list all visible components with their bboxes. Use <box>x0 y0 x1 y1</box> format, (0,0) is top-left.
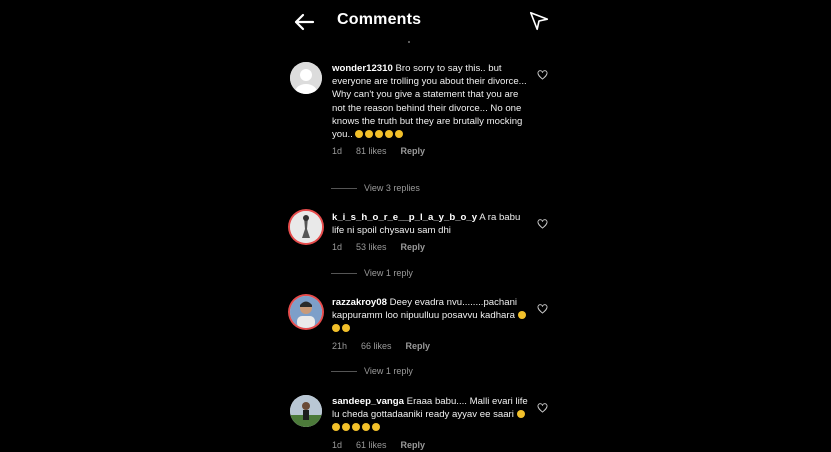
avatar[interactable] <box>290 211 322 243</box>
avatar[interactable] <box>290 62 322 94</box>
comments-screen: Comments wonder12310 Bro sorry to say th… <box>0 0 831 450</box>
avatar[interactable] <box>290 296 322 328</box>
heart-icon[interactable] <box>537 70 548 80</box>
comment-meta: 21h 66 likes Reply <box>332 340 532 353</box>
view-replies-label: View 1 reply <box>364 268 413 278</box>
comment-likes[interactable]: 53 likes <box>356 241 387 254</box>
laughing-emoji-icon <box>342 324 350 333</box>
laughing-emoji-icon <box>362 423 370 432</box>
view-replies-button[interactable]: View 1 reply <box>331 268 413 278</box>
comment-meta: 1d 81 likes Reply <box>332 145 532 158</box>
comment-body: razzakroy08 Deey evadra nvu........pacha… <box>332 296 532 353</box>
comment-username[interactable]: wonder12310 <box>332 63 393 74</box>
sad-face-emoji-icon <box>385 130 394 139</box>
laughing-emoji-icon <box>372 423 380 432</box>
sad-face-emoji-icon <box>355 130 364 139</box>
comment-body: wonder12310 Bro sorry to say this.. but … <box>332 62 532 158</box>
comment-body: k_i_s_h_o_r_e__p_l_a_y_b_o_y A ra babu l… <box>332 211 532 255</box>
view-replies-button[interactable]: View 1 reply <box>331 366 413 376</box>
comment-username[interactable]: sandeep_vanga <box>332 396 404 407</box>
reply-button[interactable]: Reply <box>406 340 431 353</box>
page-title: Comments <box>337 11 422 28</box>
arrow-left-icon[interactable] <box>292 10 316 34</box>
comment-likes[interactable]: 66 likes <box>361 340 392 353</box>
heart-icon[interactable] <box>537 304 548 314</box>
replies-divider <box>331 370 357 372</box>
laughing-emoji-icon <box>342 423 350 432</box>
sad-face-emoji-icon <box>365 130 374 139</box>
laughing-emoji-icon <box>332 324 340 333</box>
profile-photo <box>290 395 322 427</box>
comment-likes[interactable]: 81 likes <box>356 145 387 158</box>
comment-body: sandeep_vanga Eraaa babu.... Malli evari… <box>332 395 532 452</box>
reply-button[interactable]: Reply <box>401 241 426 254</box>
laughing-emoji-icon <box>517 311 526 320</box>
default-avatar-icon <box>290 62 322 94</box>
emoji-row <box>355 129 405 140</box>
profile-photo <box>290 296 322 328</box>
send-icon[interactable] <box>528 10 550 32</box>
comment-time: 21h <box>332 340 348 351</box>
comment-time: 1d <box>332 146 343 157</box>
view-replies-label: View 1 reply <box>364 366 413 376</box>
view-replies-button[interactable]: View 3 replies <box>331 183 420 193</box>
heart-icon[interactable] <box>537 403 548 413</box>
divider-dot <box>408 41 410 43</box>
avatar[interactable] <box>290 395 322 427</box>
reply-button[interactable]: Reply <box>401 145 426 158</box>
heart-icon[interactable] <box>537 219 548 229</box>
replies-divider <box>331 187 357 189</box>
sad-face-emoji-icon <box>375 130 384 139</box>
comment-meta: 1d 53 likes Reply <box>332 241 532 254</box>
comment-time: 1d <box>332 242 343 253</box>
replies-divider <box>331 272 357 274</box>
comment-username[interactable]: k_i_s_h_o_r_e__p_l_a_y_b_o_y <box>332 212 477 223</box>
view-replies-label: View 3 replies <box>364 183 420 193</box>
laughing-emoji-icon <box>352 423 360 432</box>
sad-face-emoji-icon <box>395 130 404 139</box>
profile-photo <box>290 211 322 243</box>
laughing-emoji-icon <box>332 423 340 432</box>
laughing-emoji-icon <box>516 410 525 419</box>
comment-username[interactable]: razzakroy08 <box>332 297 387 308</box>
header: Comments <box>280 0 570 44</box>
